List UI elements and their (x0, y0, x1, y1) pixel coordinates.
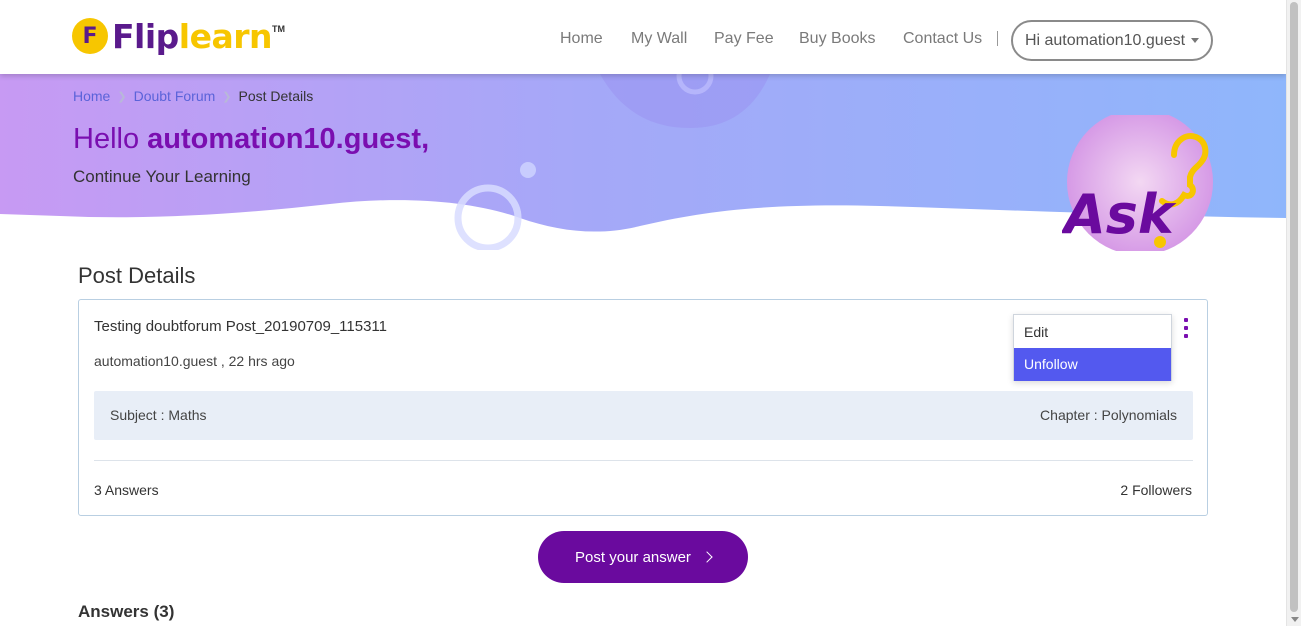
scroll-down-arrow-icon[interactable] (1291, 617, 1299, 622)
logo-text-part2: learn (178, 16, 273, 56)
subject-chapter-bar: Subject : Maths Chapter : Polynomials (94, 391, 1193, 440)
post-answer-button[interactable]: Post your answer (538, 531, 748, 583)
greeting-heading: Hello automation10.guest, (73, 123, 429, 156)
greeting-username: automation10.guest, (147, 123, 430, 155)
menu-item-unfollow[interactable]: Unfollow (1014, 348, 1171, 381)
nav-my-wall[interactable]: My Wall (631, 30, 687, 48)
post-answer-label: Post your answer (575, 548, 691, 566)
caret-down-icon (1191, 38, 1200, 43)
post-meta: automation10.guest , 22 hrs ago (94, 353, 295, 369)
nav-separator (997, 31, 998, 46)
page-scrollbar[interactable] (1286, 0, 1301, 626)
answers-heading: Answers (3) (78, 602, 175, 621)
breadcrumb: Home ❯ Doubt Forum ❯ Post Details (73, 88, 313, 104)
nav-home[interactable]: Home (560, 30, 603, 48)
chevron-right-icon: ❯ (222, 90, 232, 103)
kebab-menu-icon[interactable] (1180, 317, 1192, 339)
scrollbar-thumb[interactable] (1290, 2, 1298, 612)
chevron-right-icon (701, 551, 713, 563)
nav-contact-us[interactable]: Contact Us (903, 30, 982, 48)
chevron-right-icon: ❯ (117, 90, 127, 103)
followers-count[interactable]: 2 Followers (1120, 482, 1192, 498)
divider (94, 460, 1193, 461)
subject-label: Subject : Maths (110, 407, 207, 423)
answers-count[interactable]: 3 Answers (94, 482, 159, 498)
greeting-subtitle: Continue Your Learning (73, 167, 251, 186)
logo-text: Fliplearn (112, 16, 273, 56)
logo-text-part1: Flip (112, 16, 179, 56)
logo-badge-letter: F (82, 23, 98, 49)
ask-illustration-icon: Ask (1062, 115, 1213, 251)
nav-buy-books[interactable]: Buy Books (799, 30, 875, 48)
greeting-prefix: Hello (73, 123, 148, 155)
nav-pay-fee[interactable]: Pay Fee (714, 30, 774, 48)
chapter-label: Chapter : Polynomials (1040, 407, 1177, 423)
top-header: F Fliplearn TM Home My Wall Pay Fee Buy … (0, 0, 1286, 74)
breadcrumb-home[interactable]: Home (73, 88, 110, 104)
menu-item-edit[interactable]: Edit (1014, 316, 1171, 349)
post-options-menu: Edit Unfollow (1013, 314, 1172, 381)
page: F Fliplearn TM Home My Wall Pay Fee Buy … (0, 0, 1301, 626)
logo-badge-icon: F (72, 18, 108, 54)
fliplearn-logo[interactable]: F Fliplearn TM (72, 16, 285, 56)
post-question-title[interactable]: Testing doubtforum Post_20190709_115311 (94, 318, 387, 335)
section-title: Post Details (78, 263, 196, 288)
breadcrumb-current: Post Details (238, 88, 314, 104)
user-menu-button[interactable]: Hi automation10.guest (1011, 20, 1213, 61)
user-menu-label: Hi automation10.guest (1024, 31, 1186, 49)
logo-trademark: TM (272, 24, 286, 34)
breadcrumb-doubt-forum[interactable]: Doubt Forum (134, 88, 216, 104)
